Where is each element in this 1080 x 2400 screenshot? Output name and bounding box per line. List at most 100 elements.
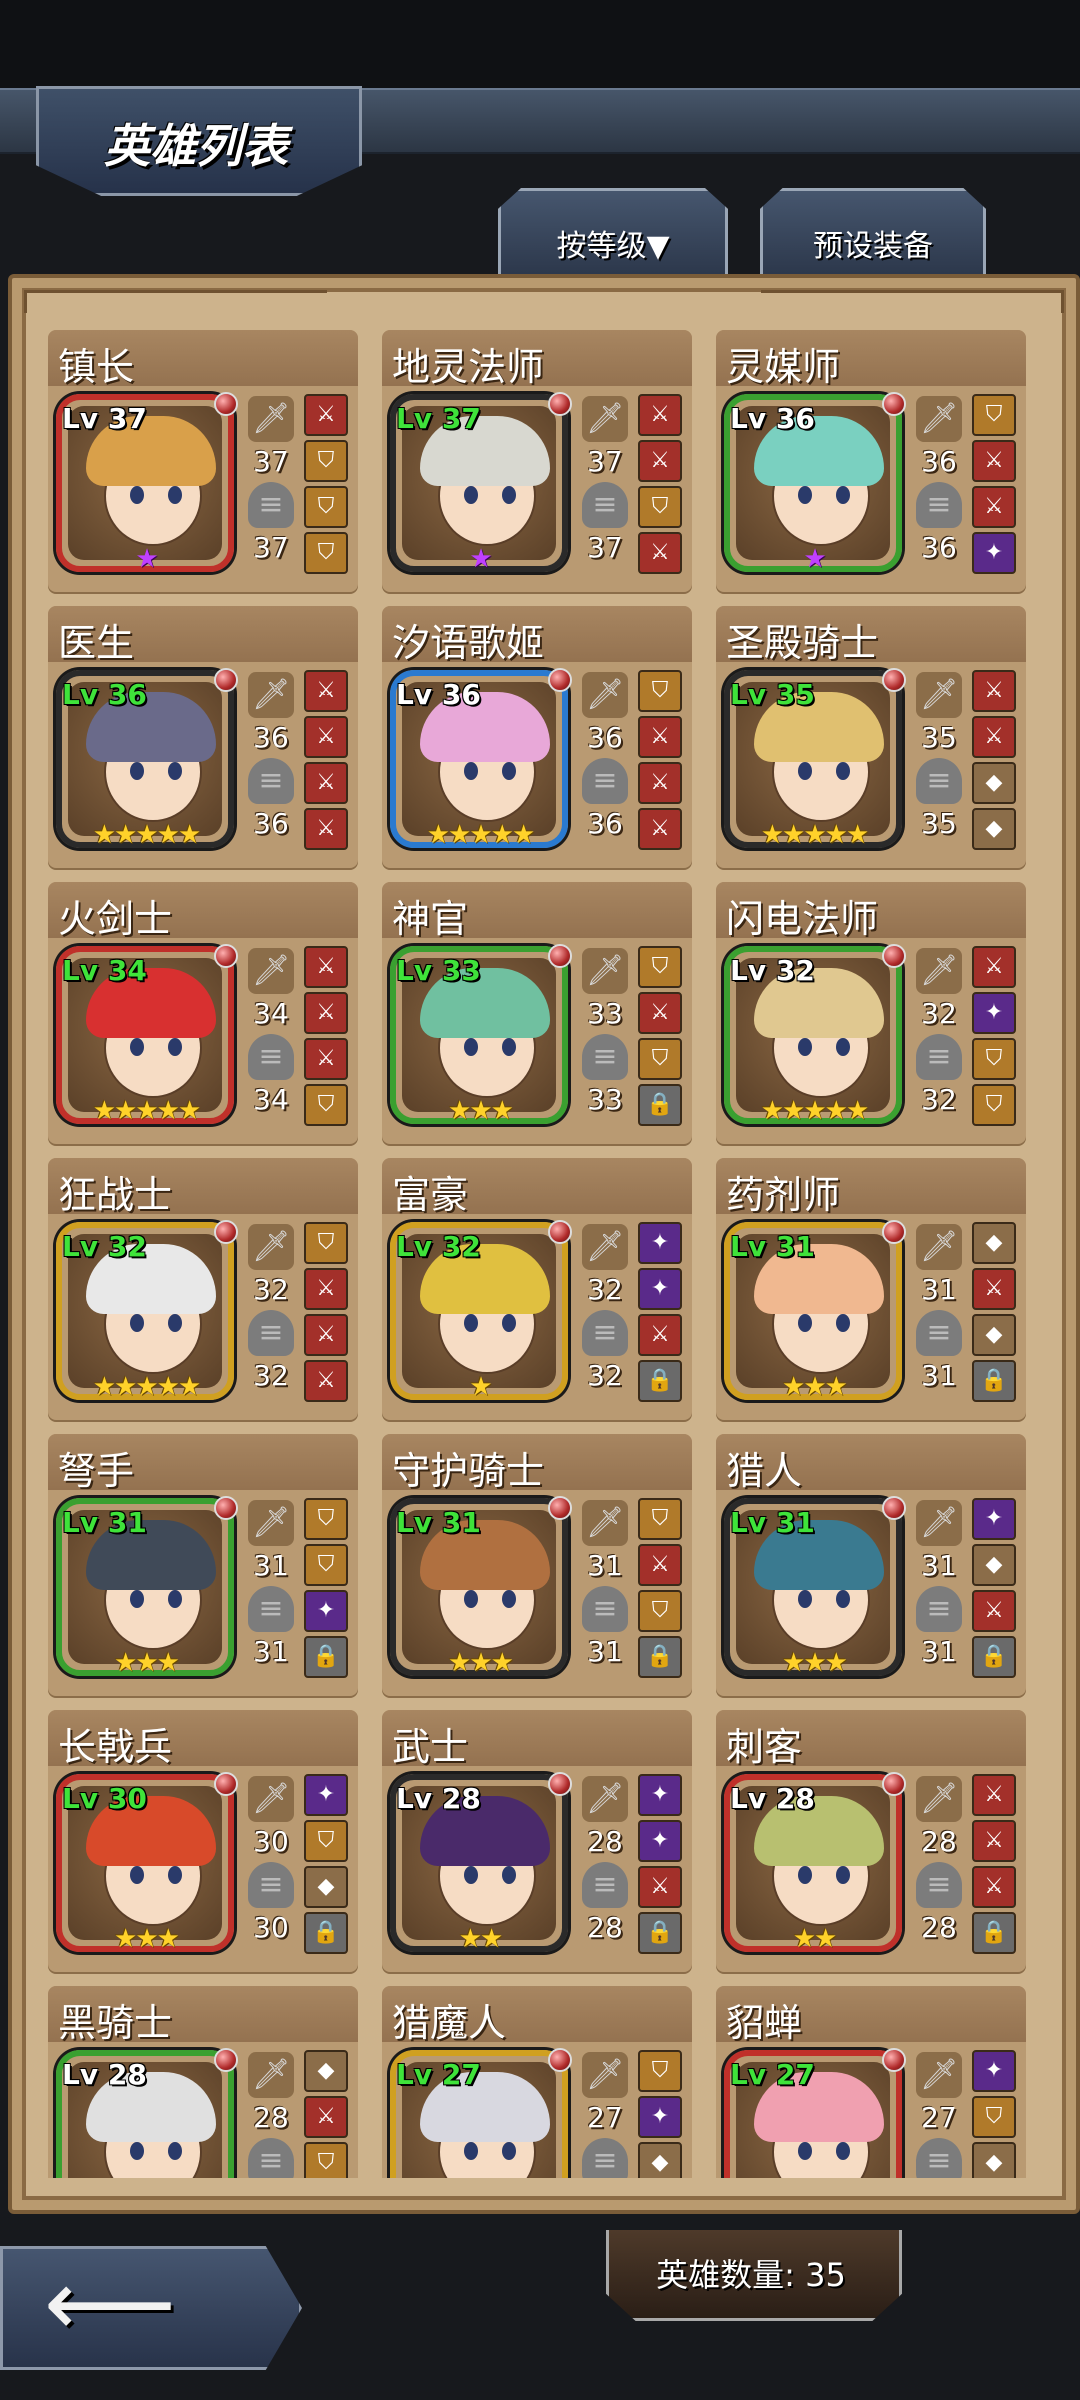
equipment-slot-icon[interactable]: ⚔ xyxy=(304,762,348,804)
equipment-slot-icon[interactable]: ⚔ xyxy=(972,946,1016,988)
equipment-slot-icon[interactable]: ⚔ xyxy=(638,394,682,436)
equipment-slot-icon[interactable]: ⚔ xyxy=(304,670,348,712)
equipment-slot-icon[interactable]: ◆ xyxy=(972,762,1016,804)
equipment-slot-icon[interactable]: ⛉ xyxy=(638,2050,682,2092)
equipment-slot-icon[interactable]: ⛉ xyxy=(304,1498,348,1540)
hero-card[interactable]: 武士 Lv 28 ★★ 🗡 28 ≡ 28 ✦ ✦ ⚔ 🔒 xyxy=(382,1710,692,1972)
equipment-slot-icon[interactable]: ⚔ xyxy=(972,1774,1016,1816)
equipment-slot-icon[interactable]: ⛉ xyxy=(638,670,682,712)
hero-card[interactable]: 火剑士 Lv 34 ★★★★★ 🗡 34 ≡ 34 ⚔ ⚔ ⚔ ⛉ xyxy=(48,882,358,1144)
lock-icon[interactable]: 🔒 xyxy=(304,1912,348,1954)
equipment-slot-icon[interactable]: ⚔ xyxy=(972,1268,1016,1310)
equipment-slot-icon[interactable]: ⚔ xyxy=(972,1590,1016,1632)
hero-card[interactable]: 狂战士 Lv 32 ★★★★★ 🗡 32 ≡ 32 ⛉ ⚔ ⚔ ⚔ xyxy=(48,1158,358,1420)
equipment-slot-icon[interactable]: ✦ xyxy=(638,1222,682,1264)
hero-card[interactable]: 猎人 Lv 31 ★★★ 🗡 31 ≡ 31 ✦ ◆ ⚔ 🔒 xyxy=(716,1434,1026,1696)
hero-card[interactable]: 弩手 Lv 31 ★★★ 🗡 31 ≡ 31 ⛉ ⛉ ✦ 🔒 xyxy=(48,1434,358,1696)
sort-by-level-button[interactable]: 按等级▼ xyxy=(498,188,728,283)
equipment-slot-icon[interactable]: ⛉ xyxy=(304,1222,348,1264)
hero-card[interactable]: 汐语歌姬 Lv 36 ★★★★★ 🗡 36 ≡ 36 ⛉ ⚔ ⚔ ⚔ xyxy=(382,606,692,868)
hero-card[interactable]: 刺客 Lv 28 ★★ 🗡 28 ≡ 28 ⚔ ⚔ ⚔ 🔒 xyxy=(716,1710,1026,1972)
lock-icon[interactable]: 🔒 xyxy=(972,1636,1016,1678)
hero-card[interactable]: 闪电法师 Lv 32 ★★★★★ 🗡 32 ≡ 32 ⚔ ✦ ⛉ ⛉ xyxy=(716,882,1026,1144)
equipment-slot-icon[interactable]: ✦ xyxy=(638,2096,682,2138)
equipment-slot-icon[interactable]: ⛉ xyxy=(304,532,348,574)
equipment-slot-icon[interactable]: ✦ xyxy=(972,532,1016,574)
lock-icon[interactable]: 🔒 xyxy=(972,1360,1016,1402)
lock-icon[interactable]: 🔒 xyxy=(638,1636,682,1678)
hero-card[interactable]: 神官 Lv 33 ★★★ 🗡 33 ≡ 33 ⛉ ⚔ ⛉ 🔒 xyxy=(382,882,692,1144)
equipment-slot-icon[interactable]: ⚔ xyxy=(304,1360,348,1402)
equipment-slot-icon[interactable]: ◆ xyxy=(972,2142,1016,2178)
hero-grid[interactable]: 镇长 Lv 37 ★ 🗡 37 ≡ 37 ⚔ ⛉ ⛉ ⛉ 地灵法师 Lv 37 ★ 🗡 37 ≡ 37 ⚔ ⚔ ⛉ ⚔ 灵媒… xyxy=(8,320,1072,2178)
hero-card[interactable]: 黑骑士 Lv 28 🗡 28 ≡ ◆ ⚔ ⛉ xyxy=(48,1986,358,2178)
equipment-slot-icon[interactable]: ⚔ xyxy=(304,946,348,988)
lock-icon[interactable]: 🔒 xyxy=(304,1636,348,1678)
hero-card[interactable]: 猎魔人 Lv 27 🗡 27 ≡ ⛉ ✦ ◆ xyxy=(382,1986,692,2178)
equipment-slot-icon[interactable]: ⛉ xyxy=(638,946,682,988)
equipment-slot-icon[interactable]: ⚔ xyxy=(304,394,348,436)
equipment-slot-icon[interactable]: ✦ xyxy=(304,1590,348,1632)
equipment-slot-icon[interactable]: ⚔ xyxy=(972,440,1016,482)
equipment-slot-icon[interactable]: ⛉ xyxy=(304,486,348,528)
equipment-slot-icon[interactable]: ✦ xyxy=(638,1774,682,1816)
equipment-slot-icon[interactable]: ◆ xyxy=(638,2142,682,2178)
equipment-slot-icon[interactable]: ⚔ xyxy=(638,762,682,804)
equipment-slot-icon[interactable]: ⛉ xyxy=(638,1498,682,1540)
lock-icon[interactable]: 🔒 xyxy=(638,1084,682,1126)
equipment-slot-icon[interactable]: ⚔ xyxy=(972,670,1016,712)
equipment-slot-icon[interactable]: ⚔ xyxy=(638,532,682,574)
hero-card[interactable]: 富豪 Lv 32 ★ 🗡 32 ≡ 32 ✦ ✦ ⚔ 🔒 xyxy=(382,1158,692,1420)
equipment-slot-icon[interactable]: ⚔ xyxy=(638,808,682,850)
equipment-slot-icon[interactable]: ⚔ xyxy=(304,1268,348,1310)
equipment-slot-icon[interactable]: ✦ xyxy=(972,1498,1016,1540)
equipment-slot-icon[interactable]: ⚔ xyxy=(972,486,1016,528)
equipment-slot-icon[interactable]: ◆ xyxy=(304,2050,348,2092)
equipment-slot-icon[interactable]: ⛉ xyxy=(304,2142,348,2178)
equipment-slot-icon[interactable]: ⚔ xyxy=(304,1038,348,1080)
equipment-slot-icon[interactable]: ✦ xyxy=(304,1774,348,1816)
preset-equipment-button[interactable]: 预设装备 xyxy=(760,188,986,283)
equipment-slot-icon[interactable]: ⚔ xyxy=(638,1544,682,1586)
equipment-slot-icon[interactable]: ⚔ xyxy=(304,808,348,850)
equipment-slot-icon[interactable]: ◆ xyxy=(972,1544,1016,1586)
equipment-slot-icon[interactable]: ⛉ xyxy=(304,1084,348,1126)
equipment-slot-icon[interactable]: ⚔ xyxy=(638,1314,682,1356)
hero-card[interactable]: 灵媒师 Lv 36 ★ 🗡 36 ≡ 36 ⛉ ⚔ ⚔ ✦ xyxy=(716,330,1026,592)
equipment-slot-icon[interactable]: ⚔ xyxy=(972,1866,1016,1908)
equipment-slot-icon[interactable]: ◆ xyxy=(972,808,1016,850)
equipment-slot-icon[interactable]: ⛉ xyxy=(304,440,348,482)
equipment-slot-icon[interactable]: ✦ xyxy=(972,992,1016,1034)
hero-card[interactable]: 长戟兵 Lv 30 ★★★ 🗡 30 ≡ 30 ✦ ⛉ ◆ 🔒 xyxy=(48,1710,358,1972)
equipment-slot-icon[interactable]: ⛉ xyxy=(972,1038,1016,1080)
equipment-slot-icon[interactable]: ⚔ xyxy=(304,1314,348,1356)
equipment-slot-icon[interactable]: ✦ xyxy=(638,1268,682,1310)
equipment-slot-icon[interactable]: ⛉ xyxy=(304,1544,348,1586)
equipment-slot-icon[interactable]: ⛉ xyxy=(638,1590,682,1632)
back-arrow-icon[interactable]: ⟵ xyxy=(44,2258,228,2350)
equipment-slot-icon[interactable]: ⚔ xyxy=(638,716,682,758)
equipment-slot-icon[interactable]: ◆ xyxy=(972,1314,1016,1356)
equipment-slot-icon[interactable]: ⛉ xyxy=(638,486,682,528)
equipment-slot-icon[interactable]: ⚔ xyxy=(638,1866,682,1908)
equipment-slot-icon[interactable]: ⚔ xyxy=(972,1820,1016,1862)
equipment-slot-icon[interactable]: ⚔ xyxy=(638,992,682,1034)
equipment-slot-icon[interactable]: ⛉ xyxy=(638,1038,682,1080)
equipment-slot-icon[interactable]: ⚔ xyxy=(304,716,348,758)
hero-card[interactable]: 地灵法师 Lv 37 ★ 🗡 37 ≡ 37 ⚔ ⚔ ⛉ ⚔ xyxy=(382,330,692,592)
equipment-slot-icon[interactable]: ✦ xyxy=(638,1820,682,1862)
lock-icon[interactable]: 🔒 xyxy=(972,1912,1016,1954)
hero-card[interactable]: 貂蝉 Lv 27 🗡 27 ≡ ✦ ⛉ ◆ xyxy=(716,1986,1026,2178)
hero-card[interactable]: 圣殿骑士 Lv 35 ★★★★★ 🗡 35 ≡ 35 ⚔ ⚔ ◆ ◆ xyxy=(716,606,1026,868)
equipment-slot-icon[interactable]: ◆ xyxy=(304,1866,348,1908)
equipment-slot-icon[interactable]: ⚔ xyxy=(304,992,348,1034)
equipment-slot-icon[interactable]: ◆ xyxy=(972,1222,1016,1264)
equipment-slot-icon[interactable]: ⚔ xyxy=(304,2096,348,2138)
lock-icon[interactable]: 🔒 xyxy=(638,1912,682,1954)
hero-card[interactable]: 医生 Lv 36 ★★★★★ 🗡 36 ≡ 36 ⚔ ⚔ ⚔ ⚔ xyxy=(48,606,358,868)
hero-card[interactable]: 药剂师 Lv 31 ★★★ 🗡 31 ≡ 31 ◆ ⚔ ◆ 🔒 xyxy=(716,1158,1026,1420)
hero-card[interactable]: 镇长 Lv 37 ★ 🗡 37 ≡ 37 ⚔ ⛉ ⛉ ⛉ xyxy=(48,330,358,592)
equipment-slot-icon[interactable]: ⛉ xyxy=(972,2096,1016,2138)
equipment-slot-icon[interactable]: ⛉ xyxy=(972,1084,1016,1126)
equipment-slot-icon[interactable]: ⚔ xyxy=(972,716,1016,758)
